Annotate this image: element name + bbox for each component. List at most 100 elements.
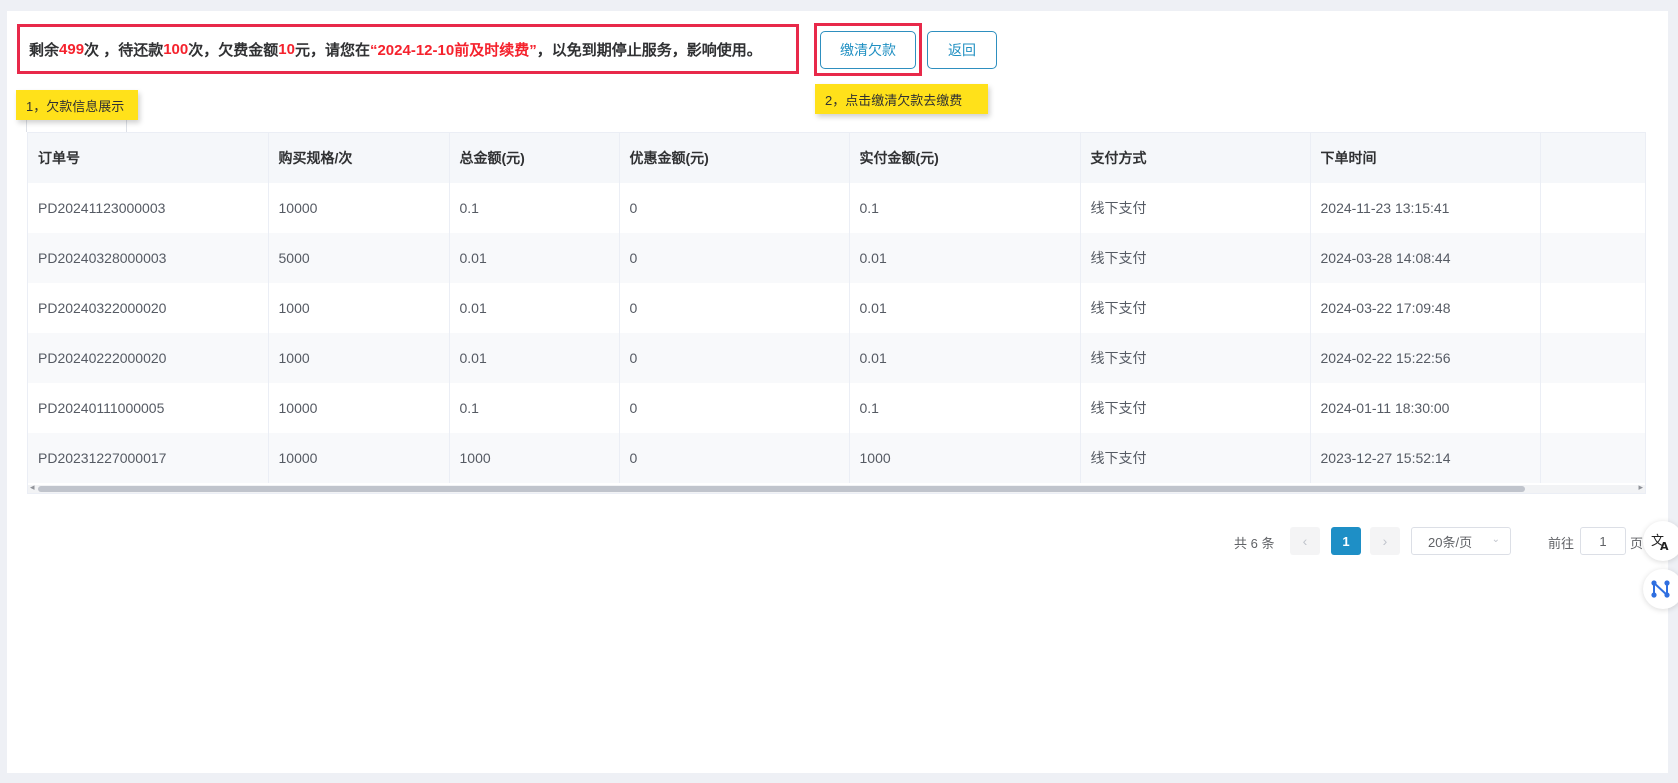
cell-paid: 0.1 <box>849 183 1081 233</box>
cell-paid: 0.01 <box>849 283 1081 333</box>
col-total: 总金额(元) <box>449 133 620 183</box>
annotation-tag-arrears-info: 1，欠款信息展示 <box>16 90 138 120</box>
cell-spec: 1000 <box>268 333 450 383</box>
cell-discount: 0 <box>619 233 850 283</box>
cell-order-time: 2024-03-28 14:08:44 <box>1310 233 1541 283</box>
translate-icon: 文 A <box>1651 534 1669 552</box>
cell-order-no: PD20240328000003 <box>28 233 269 283</box>
cell-extra: 202 <box>1540 233 1645 283</box>
col-pay-method: 支付方式 <box>1080 133 1311 183</box>
cell-order-time: 2023-12-27 15:52:14 <box>1310 433 1541 483</box>
cell-discount: 0 <box>619 433 850 483</box>
scrollbar-thumb[interactable] <box>38 486 1525 492</box>
col-order-no: 订单号 <box>28 133 269 183</box>
chevron-left-icon: ‹ <box>1302 533 1308 549</box>
svg-text:A: A <box>1660 540 1669 552</box>
scroll-right-icon[interactable]: ▸ <box>1638 482 1643 493</box>
cell-pay-method: 线下支付 <box>1080 283 1311 333</box>
cell-pay-method: 线下支付 <box>1080 383 1311 433</box>
cell-discount: 0 <box>619 183 850 233</box>
notice-text-3: 次，欠费金额 <box>188 41 279 59</box>
cell-extra: 202 <box>1540 333 1645 383</box>
cell-discount: 0 <box>619 333 850 383</box>
arrears-notice: 剩余 499 次 ，待还款 100 次，欠费金额 10 元，请您在 “2024-12-10前及… <box>17 24 799 74</box>
notice-text-5: ，以免到期停止服务，影响使用。 <box>536 41 762 59</box>
page-size-value: 20条/页 <box>1428 534 1473 550</box>
cell-discount: 0 <box>619 383 850 433</box>
table-row: PD20241123000003 10000 0.1 0 0.1 线下支付 20… <box>28 183 1645 233</box>
annotation-tag-pay: 2，点击缴清欠款去缴费 <box>815 84 988 114</box>
col-spec: 购买规格/次 <box>268 133 450 183</box>
col-discount: 优惠金额(元) <box>619 133 850 183</box>
cell-spec: 10000 <box>268 383 450 433</box>
page-suffix-label: 页 <box>1630 536 1644 551</box>
cell-pay-method: 线下支付 <box>1080 233 1311 283</box>
notice-text-1: 剩余 <box>29 41 60 59</box>
cell-extra: 202 <box>1540 283 1645 333</box>
table-row: PD20231227000017 10000 1000 0 1000 线下支付 … <box>28 433 1645 483</box>
table-horizontal-scrollbar[interactable]: ◂ ▸ <box>28 482 1645 493</box>
notice-text-4: 元，请您在 <box>294 41 370 59</box>
pending-count: 100 <box>163 40 189 58</box>
orders-table: 订单号 购买规格/次 总金额(元) 优惠金额(元) 实付金额(元) 支付方式 下… <box>27 132 1646 494</box>
cell-total: 0.01 <box>449 333 620 383</box>
network-icon <box>1651 580 1670 598</box>
goto-label: 前往 <box>1548 536 1575 551</box>
cell-order-no: PD20241123000003 <box>28 183 269 233</box>
cell-spec: 1000 <box>268 283 450 333</box>
cell-paid: 0.01 <box>849 233 1081 283</box>
goto-page-input[interactable] <box>1580 527 1626 555</box>
scroll-left-icon[interactable]: ◂ <box>30 482 35 493</box>
cell-spec: 5000 <box>268 233 450 283</box>
cell-order-time: 2024-02-22 15:22:56 <box>1310 333 1541 383</box>
pagination-page-current[interactable]: 1 <box>1331 527 1361 555</box>
cell-total: 0.1 <box>449 183 620 233</box>
cell-pay-method: 线下支付 <box>1080 433 1311 483</box>
pagination-next-button[interactable]: › <box>1370 527 1400 555</box>
table-header-row: 订单号 购买规格/次 总金额(元) 优惠金额(元) 实付金额(元) 支付方式 下… <box>28 133 1645 183</box>
col-extra <box>1540 133 1645 183</box>
cell-paid: 0.1 <box>849 383 1081 433</box>
chevron-right-icon: › <box>1382 533 1388 549</box>
cell-order-no: PD20240322000020 <box>28 283 269 333</box>
cell-total: 0.1 <box>449 383 620 433</box>
cell-total: 0.01 <box>449 283 620 333</box>
cell-extra: 202 <box>1540 433 1645 483</box>
col-order-time: 下单时间 <box>1310 133 1541 183</box>
cell-pay-method: 线下支付 <box>1080 333 1311 383</box>
cell-spec: 10000 <box>268 183 450 233</box>
table-row: PD20240111000005 10000 0.1 0 0.1 线下支付 20… <box>28 383 1645 433</box>
table-row: PD20240322000020 1000 0.01 0 0.01 线下支付 2… <box>28 283 1645 333</box>
cell-order-no: PD20240222000020 <box>28 333 269 383</box>
tab-stub <box>26 118 127 132</box>
cell-order-no: PD20240111000005 <box>28 383 269 433</box>
pay-arrears-button[interactable]: 缴清欠款 <box>820 31 916 69</box>
page-size-select[interactable]: 20条/页 ⌄ <box>1411 527 1511 555</box>
renewal-deadline: “2024-12-10前及时续费” <box>369 41 537 59</box>
cell-paid: 0.01 <box>849 333 1081 383</box>
translate-fab[interactable]: 文 A <box>1643 521 1678 561</box>
cell-order-no: PD20231227000017 <box>28 433 269 483</box>
network-fab[interactable] <box>1643 569 1678 609</box>
pagination-total: 共 6 条 <box>1234 536 1275 551</box>
cell-order-time: 2024-11-23 13:15:41 <box>1310 183 1541 233</box>
arrears-amount: 10 <box>278 40 295 58</box>
chevron-down-icon: ⌄ <box>1491 534 1500 545</box>
cell-order-time: 2024-01-11 18:30:00 <box>1310 383 1541 433</box>
table-row: PD20240222000020 1000 0.01 0 0.01 线下支付 2… <box>28 333 1645 383</box>
cell-total: 1000 <box>449 433 620 483</box>
cell-discount: 0 <box>619 283 850 333</box>
cell-total: 0.01 <box>449 233 620 283</box>
table-row: PD20240328000003 5000 0.01 0 0.01 线下支付 2… <box>28 233 1645 283</box>
cell-extra: 202 <box>1540 383 1645 433</box>
pagination-prev-button[interactable]: ‹ <box>1290 527 1320 555</box>
cell-order-time: 2024-03-22 17:09:48 <box>1310 283 1541 333</box>
notice-text-2: 次 ，待还款 <box>84 41 164 59</box>
cell-spec: 10000 <box>268 433 450 483</box>
cell-paid: 1000 <box>849 433 1081 483</box>
remaining-count: 499 <box>59 40 85 58</box>
cell-pay-method: 线下支付 <box>1080 183 1311 233</box>
col-paid: 实付金额(元) <box>849 133 1081 183</box>
cell-extra: 202 <box>1540 183 1645 233</box>
back-button[interactable]: 返回 <box>927 31 997 69</box>
